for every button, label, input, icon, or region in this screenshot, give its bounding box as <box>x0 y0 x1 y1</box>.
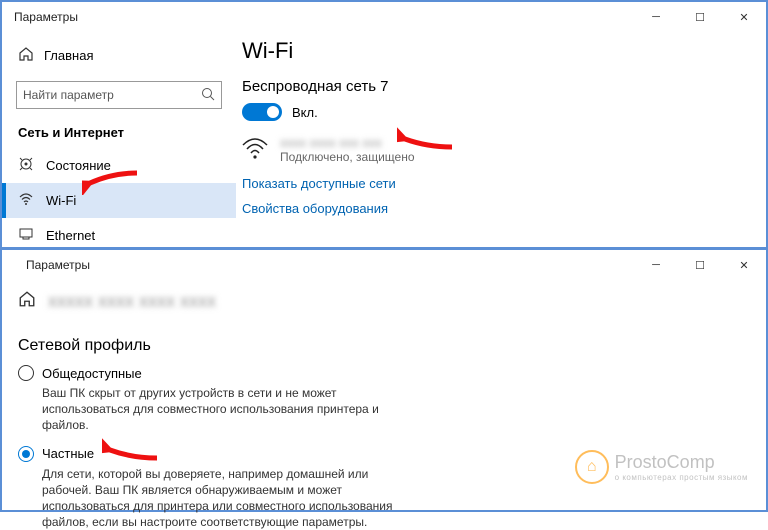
search-input[interactable]: Найти параметр <box>16 81 222 109</box>
annotation-arrow <box>397 127 457 157</box>
home-label: Главная <box>44 48 93 63</box>
section-title: Сеть и Интернет <box>2 121 236 148</box>
watermark: ⌂ ProstoComp о компьютерах простым языко… <box>575 450 748 484</box>
maximize-button[interactable]: ☐ <box>678 250 722 280</box>
sidebar-item-ethernet[interactable]: Ethernet <box>2 218 236 253</box>
search-placeholder: Найти параметр <box>23 88 114 102</box>
radio-label: Частные <box>42 446 94 461</box>
status-icon <box>18 156 34 175</box>
home-nav[interactable]: Главная <box>2 40 236 71</box>
adapter-name: Беспроводная сеть 7 <box>242 78 766 95</box>
window-title: Параметры <box>14 10 78 24</box>
wifi-icon <box>18 191 34 210</box>
radio-label: Общедоступные <box>42 366 142 381</box>
watermark-logo-icon: ⌂ <box>575 450 609 484</box>
public-description: Ваш ПК скрыт от других устройств в сети … <box>42 385 402 434</box>
section-heading: Сетевой профиль <box>18 337 750 355</box>
annotation-arrow <box>82 165 142 195</box>
wifi-signal-icon <box>242 135 268 166</box>
link-available-networks[interactable]: Показать доступные сети <box>242 176 766 191</box>
watermark-tagline: о компьютерах простым языком <box>615 473 748 482</box>
minimize-button[interactable]: ─ <box>634 250 678 280</box>
minimize-button[interactable]: ─ <box>634 2 678 32</box>
sidebar-item-label: Ethernet <box>46 228 95 243</box>
radio-public[interactable]: Общедоступные <box>18 365 750 381</box>
home-icon <box>18 46 34 65</box>
window-title: Параметры <box>26 258 90 272</box>
search-icon <box>201 87 215 104</box>
page-title-ssid: xxxxx xxxx xxxx xxxx <box>48 291 216 312</box>
link-hardware-properties[interactable]: Свойства оборудования <box>242 201 766 216</box>
close-button[interactable]: ✕ <box>722 2 766 32</box>
close-button[interactable]: ✕ <box>722 250 766 280</box>
page-title: Wi-Fi <box>242 38 766 64</box>
network-status: Подключено, защищено <box>280 150 415 164</box>
network-ssid: xxxx xxxx xxx xxx <box>280 135 415 150</box>
wifi-toggle[interactable] <box>242 103 282 121</box>
radio-icon <box>18 365 34 381</box>
ethernet-icon <box>18 226 34 245</box>
annotation-arrow <box>102 438 162 468</box>
sidebar-item-label: Wi-Fi <box>46 193 76 208</box>
watermark-name: ProstoComp <box>615 452 748 473</box>
radio-icon <box>18 446 34 462</box>
back-home-icon[interactable] <box>18 290 36 313</box>
toggle-label: Вкл. <box>292 105 318 120</box>
connected-network[interactable]: xxxx xxxx xxx xxx Подключено, защищено <box>242 135 766 166</box>
private-description: Для сети, которой вы доверяете, например… <box>42 466 402 530</box>
maximize-button[interactable]: ☐ <box>678 2 722 32</box>
